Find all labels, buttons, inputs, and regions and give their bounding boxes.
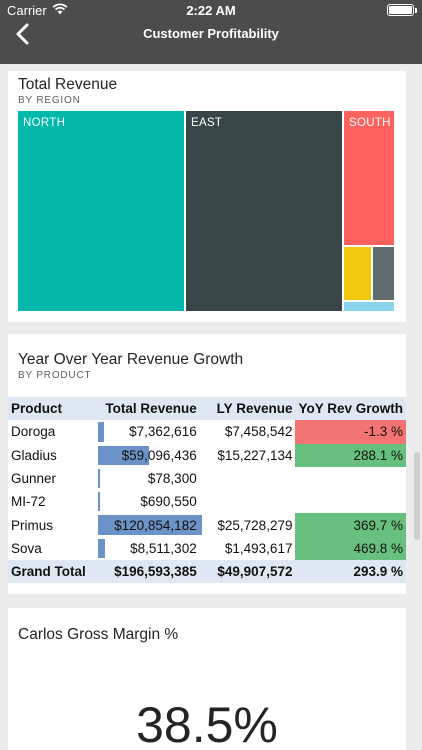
yoy-growth-cell: -1.3 % bbox=[295, 420, 406, 444]
grand-total-row: Grand Total $196,593,385 $49,907,572 293… bbox=[8, 560, 406, 584]
treemap-label-north: NORTH bbox=[23, 117, 66, 129]
total-revenue-value: $120,854,182 bbox=[114, 517, 197, 533]
page-title: Customer Profitability bbox=[143, 26, 279, 41]
total-revenue-value: $59,096,436 bbox=[121, 447, 197, 463]
total-revenue-card[interactable]: Total Revenue BY REGION NORTH EAST SOUTH bbox=[8, 71, 406, 322]
product-cell: Doroga bbox=[11, 424, 56, 440]
card-title: Total Revenue bbox=[18, 76, 118, 93]
yoy-growth-cell: 369.7 % bbox=[295, 513, 406, 537]
ly-revenue-cell: $25,728,279 bbox=[217, 517, 293, 533]
total-revenue-value: $78,300 bbox=[147, 471, 197, 487]
total-revenue-value: $690,550 bbox=[140, 494, 197, 510]
card-title: Carlos Gross Margin % bbox=[18, 626, 179, 643]
treemap-region-small-1[interactable] bbox=[344, 247, 371, 300]
column-header-product[interactable]: Product bbox=[8, 397, 96, 420]
total-revenue-value: $8,511,302 bbox=[130, 540, 197, 556]
total-revenue-cell: $690,550 bbox=[96, 490, 200, 513]
card-subtitle: BY REGION bbox=[18, 95, 81, 106]
table-header-row: Product Total Revenue LY Revenue YoY Rev… bbox=[8, 397, 406, 421]
treemap-label-south: SOUTH bbox=[349, 117, 391, 129]
product-cell: Gladius bbox=[11, 447, 57, 463]
column-header-ly-revenue[interactable]: LY Revenue bbox=[200, 397, 296, 420]
treemap-north[interactable]: NORTH bbox=[18, 111, 184, 311]
ly-revenue-cell bbox=[200, 490, 296, 513]
ly-revenue-cell: $7,458,542 bbox=[224, 424, 293, 440]
data-bar bbox=[97, 468, 100, 489]
yoy-growth-cell bbox=[295, 490, 406, 513]
total-revenue-cell: $78,300 bbox=[96, 467, 200, 490]
kpi-value: 38.5% bbox=[136, 697, 278, 750]
ly-revenue-cell: $15,227,134 bbox=[217, 447, 293, 463]
navigation-bar: Carrier 2:22 AM Customer Profitability bbox=[0, 0, 422, 64]
treemap-region-small-3[interactable] bbox=[344, 302, 394, 311]
grand-total-ly-revenue: $49,907,572 bbox=[217, 564, 293, 580]
treemap-label-east: EAST bbox=[191, 117, 223, 129]
table-row[interactable]: Primus $120,854,182 $25,728,279 369.7 % bbox=[8, 513, 406, 537]
data-bar bbox=[97, 538, 106, 559]
revenue-growth-table: Product Total Revenue LY Revenue YoY Rev… bbox=[8, 397, 406, 584]
data-bar bbox=[97, 422, 105, 442]
table-row[interactable]: Gladius $59,096,436 $15,227,134 288.1 % bbox=[8, 443, 406, 467]
product-cell: MI-72 bbox=[11, 494, 46, 510]
table-row[interactable]: Sova $8,511,302 $1,493,617 469.8 % bbox=[8, 536, 406, 561]
ly-revenue-cell: $1,493,617 bbox=[224, 540, 293, 556]
total-revenue-cell: $7,362,616 bbox=[96, 420, 200, 443]
ly-revenue-cell bbox=[200, 467, 296, 490]
column-header-total-revenue[interactable]: Total Revenue bbox=[96, 397, 200, 420]
clock: 2:22 AM bbox=[186, 3, 236, 18]
column-header-yoy-growth[interactable]: YoY Rev Growth bbox=[295, 397, 406, 420]
grand-total-growth: 293.9 % bbox=[353, 564, 403, 580]
total-revenue-cell: $59,096,436 bbox=[96, 444, 200, 467]
treemap-east[interactable]: EAST bbox=[186, 111, 342, 311]
grand-total-label: Grand Total bbox=[11, 564, 86, 580]
data-bar bbox=[97, 492, 100, 512]
yoy-growth-cell: 469.8 % bbox=[295, 536, 406, 561]
table-row[interactable]: Doroga $7,362,616 $7,458,542 -1.3 % bbox=[8, 420, 406, 444]
treemap-south[interactable]: SOUTH bbox=[344, 111, 394, 245]
grand-total-revenue: $196,593,385 bbox=[114, 564, 197, 580]
gross-margin-card[interactable]: Carlos Gross Margin % 38.5% bbox=[8, 608, 406, 750]
treemap-region-small-2[interactable] bbox=[373, 247, 394, 300]
scrollbar[interactable] bbox=[414, 452, 420, 540]
card-title: Year Over Year Revenue Growth bbox=[18, 351, 244, 368]
total-revenue-cell: $120,854,182 bbox=[96, 513, 202, 536]
product-cell: Primus bbox=[11, 517, 54, 533]
table-row[interactable]: Gunner $78,300 bbox=[8, 467, 406, 490]
table-row[interactable]: MI-72 $690,550 bbox=[8, 490, 406, 513]
battery-icon bbox=[387, 4, 417, 16]
card-subtitle: BY PRODUCT bbox=[18, 370, 92, 381]
product-cell: Gunner bbox=[11, 471, 57, 487]
product-cell: Sova bbox=[11, 540, 42, 556]
total-revenue-value: $7,362,616 bbox=[129, 424, 197, 440]
yoy-growth-card[interactable]: Year Over Year Revenue Growth BY PRODUCT… bbox=[8, 334, 406, 594]
status-bar: Carrier 2:22 AM bbox=[0, 0, 422, 20]
yoy-growth-cell bbox=[295, 467, 406, 490]
total-revenue-cell: $8,511,302 bbox=[96, 537, 200, 560]
yoy-growth-cell: 288.1 % bbox=[295, 443, 406, 467]
